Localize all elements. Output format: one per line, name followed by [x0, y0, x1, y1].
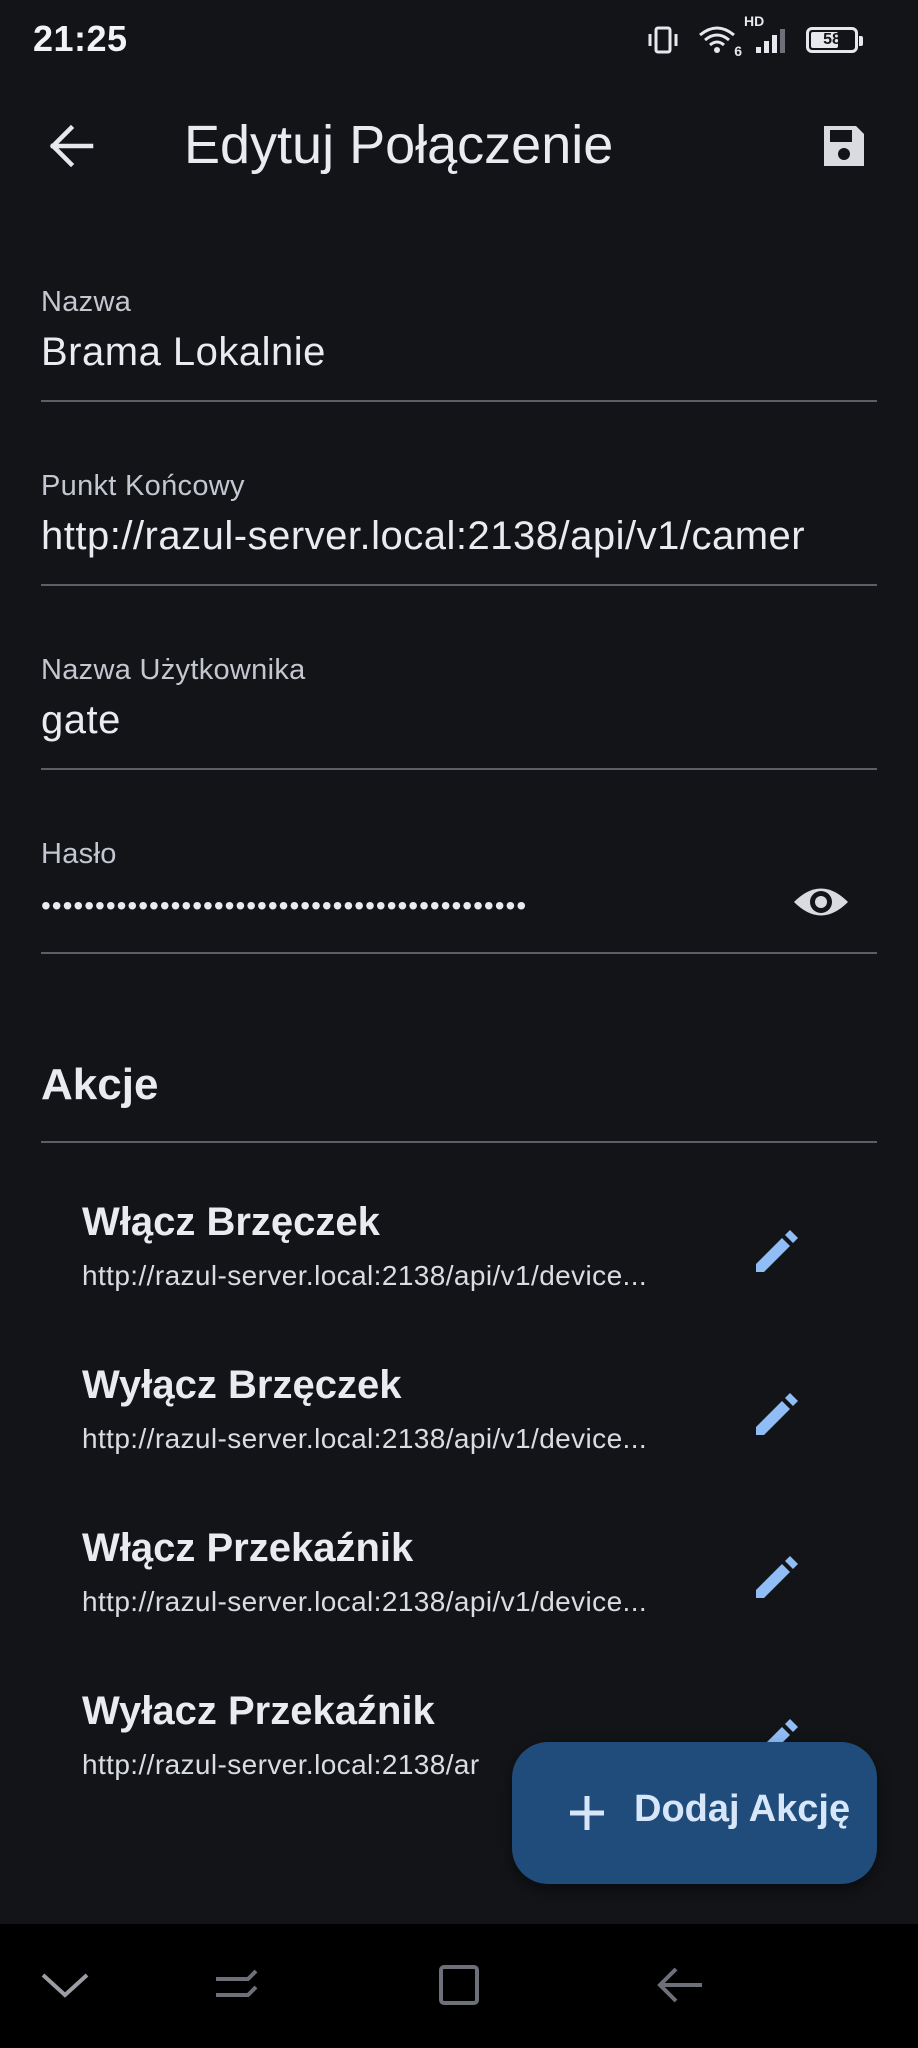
name-field: Nazwa — [41, 262, 877, 402]
nav-collapse-button[interactable] — [25, 1952, 105, 2022]
status-bar: 21:25 6 HD 58 — [0, 0, 918, 80]
action-title: Wyłacz Przekaźnik — [82, 1689, 435, 1733]
action-url: http://razul-server.local:2138/api/v1/de… — [82, 1260, 648, 1291]
status-icons: 6 HD 58 — [646, 13, 863, 60]
name-label: Nazwa — [41, 286, 132, 318]
endpoint-label: Punkt Końcowy — [41, 470, 245, 502]
chevron-down-icon — [39, 1969, 91, 2006]
edit-action-button[interactable] — [742, 1381, 812, 1451]
actions-section-title: Akcje — [41, 1060, 159, 1109]
action-title: Wyłącz Brzęczek — [82, 1363, 402, 1407]
signal-icon: HD — [744, 13, 788, 55]
action-url: http://razul-server.local:2138/api/v1/de… — [82, 1423, 648, 1454]
plus-icon — [562, 1788, 612, 1838]
action-title: Włącz Brzęczek — [82, 1200, 380, 1244]
pencil-icon — [752, 1552, 802, 1607]
network-badge: HD — [744, 13, 765, 29]
action-item[interactable]: Włącz Przekaźnik http://razul-server.loc… — [82, 1526, 862, 1646]
system-nav-bar — [0, 1924, 918, 2048]
pencil-icon — [752, 1389, 802, 1444]
endpoint-input[interactable] — [41, 508, 877, 564]
recents-icon — [212, 1965, 260, 2010]
wifi-icon: 6 — [698, 25, 742, 59]
toggle-password-visibility-button[interactable] — [791, 876, 851, 932]
home-icon — [437, 1963, 481, 2012]
action-item[interactable]: Wyłącz Brzęczek http://razul-server.loca… — [82, 1363, 862, 1483]
action-title: Włącz Przekaźnik — [82, 1526, 414, 1570]
add-action-button[interactable]: Dodaj Akcję — [512, 1742, 877, 1884]
eye-icon — [792, 883, 850, 926]
nav-home-button[interactable] — [419, 1952, 499, 2022]
edit-action-button[interactable] — [742, 1544, 812, 1614]
battery-level: 58 — [823, 31, 841, 48]
battery-icon: 58 — [806, 27, 863, 53]
add-action-label: Dodaj Akcję — [634, 1788, 851, 1830]
back-icon — [654, 1965, 706, 2010]
nav-back-button[interactable] — [640, 1952, 720, 2022]
status-time: 21:25 — [33, 18, 128, 59]
name-input[interactable] — [41, 324, 877, 380]
back-button[interactable] — [36, 118, 108, 178]
username-field: Nazwa Użytkownika — [41, 630, 877, 770]
username-input[interactable] — [41, 692, 877, 748]
actions-divider — [41, 1141, 877, 1143]
password-field: Hasło — [41, 814, 877, 954]
password-label: Hasło — [41, 838, 117, 870]
save-button[interactable] — [808, 118, 880, 178]
app-bar: Edytuj Połączenie — [0, 90, 918, 206]
save-icon — [820, 122, 868, 175]
pencil-icon — [752, 1226, 802, 1281]
page-title: Edytuj Połączenie — [184, 115, 614, 175]
password-input[interactable] — [41, 878, 757, 934]
nav-recents-button[interactable] — [196, 1952, 276, 2022]
action-url: http://razul-server.local:2138/api/v1/de… — [82, 1586, 648, 1617]
vibrate-icon — [646, 25, 680, 55]
edit-action-button[interactable] — [742, 1218, 812, 1288]
action-item[interactable]: Włącz Brzęczek http://razul-server.local… — [82, 1200, 862, 1320]
wifi-badge: 6 — [734, 43, 742, 59]
arrow-back-icon — [49, 124, 95, 172]
username-label: Nazwa Użytkownika — [41, 654, 306, 686]
endpoint-field: Punkt Końcowy — [41, 446, 877, 586]
